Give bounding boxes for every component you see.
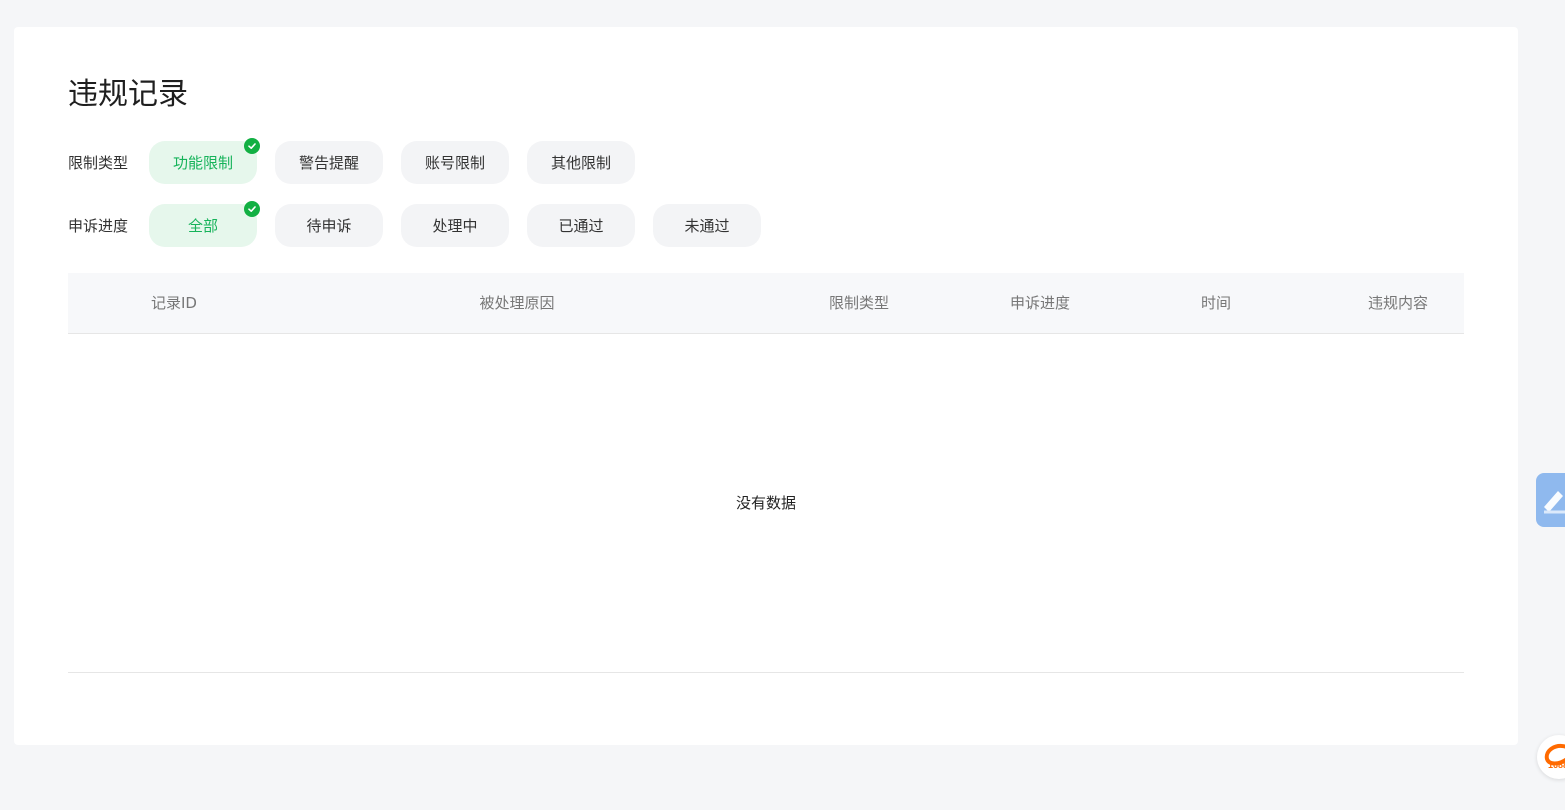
chip-label: 未通过 xyxy=(684,217,730,235)
appeal-progress-filter: 申诉进度 全部 待申诉 处理中 已通过 未通过 xyxy=(68,201,779,247)
chip-pending-appeal[interactable]: 待申诉 xyxy=(275,204,383,247)
check-circle-icon xyxy=(244,201,260,217)
chip-rejected[interactable]: 未通过 xyxy=(653,204,761,247)
chip-label: 处理中 xyxy=(432,217,478,235)
logo-text: 1688 xyxy=(1548,760,1565,770)
chip-label: 待申诉 xyxy=(306,217,352,235)
column-header-reason: 被处理原因 xyxy=(479,294,555,312)
chip-processing[interactable]: 处理中 xyxy=(401,204,509,247)
chip-warning-reminder[interactable]: 警告提醒 xyxy=(275,141,383,184)
violation-table: 记录ID 被处理原因 限制类型 申诉进度 时间 违规内容 没有数据 xyxy=(68,273,1464,673)
chip-approved[interactable]: 已通过 xyxy=(527,204,635,247)
column-header-violation-content: 违规内容 xyxy=(1367,294,1428,312)
chip-label: 全部 xyxy=(187,217,218,235)
edit-icon xyxy=(1536,491,1565,527)
floating-tool-button[interactable] xyxy=(1536,473,1565,527)
page-title: 违规记录 xyxy=(68,77,188,112)
column-header-time: 时间 xyxy=(1200,294,1231,312)
table-body: 没有数据 xyxy=(68,334,1464,673)
chip-label: 已通过 xyxy=(558,217,604,235)
restriction-type-label: 限制类型 xyxy=(68,154,129,172)
check-circle-icon xyxy=(244,138,260,154)
column-header-appeal-progress: 申诉进度 xyxy=(1009,294,1070,312)
violation-records-card: 违规记录 限制类型 功能限制 警告提醒 账号限制 其他限制 申诉进度 全部 待申… xyxy=(14,27,1518,745)
chip-label: 警告提醒 xyxy=(298,154,359,172)
empty-state-text: 没有数据 xyxy=(735,494,796,512)
table-header: 记录ID 被处理原因 限制类型 申诉进度 时间 违规内容 xyxy=(68,273,1464,334)
alibaba-1688-logo[interactable]: 1688 xyxy=(1537,735,1565,779)
appeal-progress-label: 申诉进度 xyxy=(68,217,129,235)
chip-label: 其他限制 xyxy=(550,154,611,172)
column-header-record-id: 记录ID xyxy=(151,294,197,312)
chip-function-restriction[interactable]: 功能限制 xyxy=(149,138,260,184)
chip-label: 功能限制 xyxy=(172,154,233,172)
chip-all[interactable]: 全部 xyxy=(149,201,260,247)
chip-other-restriction[interactable]: 其他限制 xyxy=(527,141,635,184)
restriction-type-filter: 限制类型 功能限制 警告提醒 账号限制 其他限制 xyxy=(68,138,653,184)
chip-label: 账号限制 xyxy=(424,154,485,172)
column-header-restriction-type: 限制类型 xyxy=(828,294,889,312)
chip-account-restriction[interactable]: 账号限制 xyxy=(401,141,509,184)
